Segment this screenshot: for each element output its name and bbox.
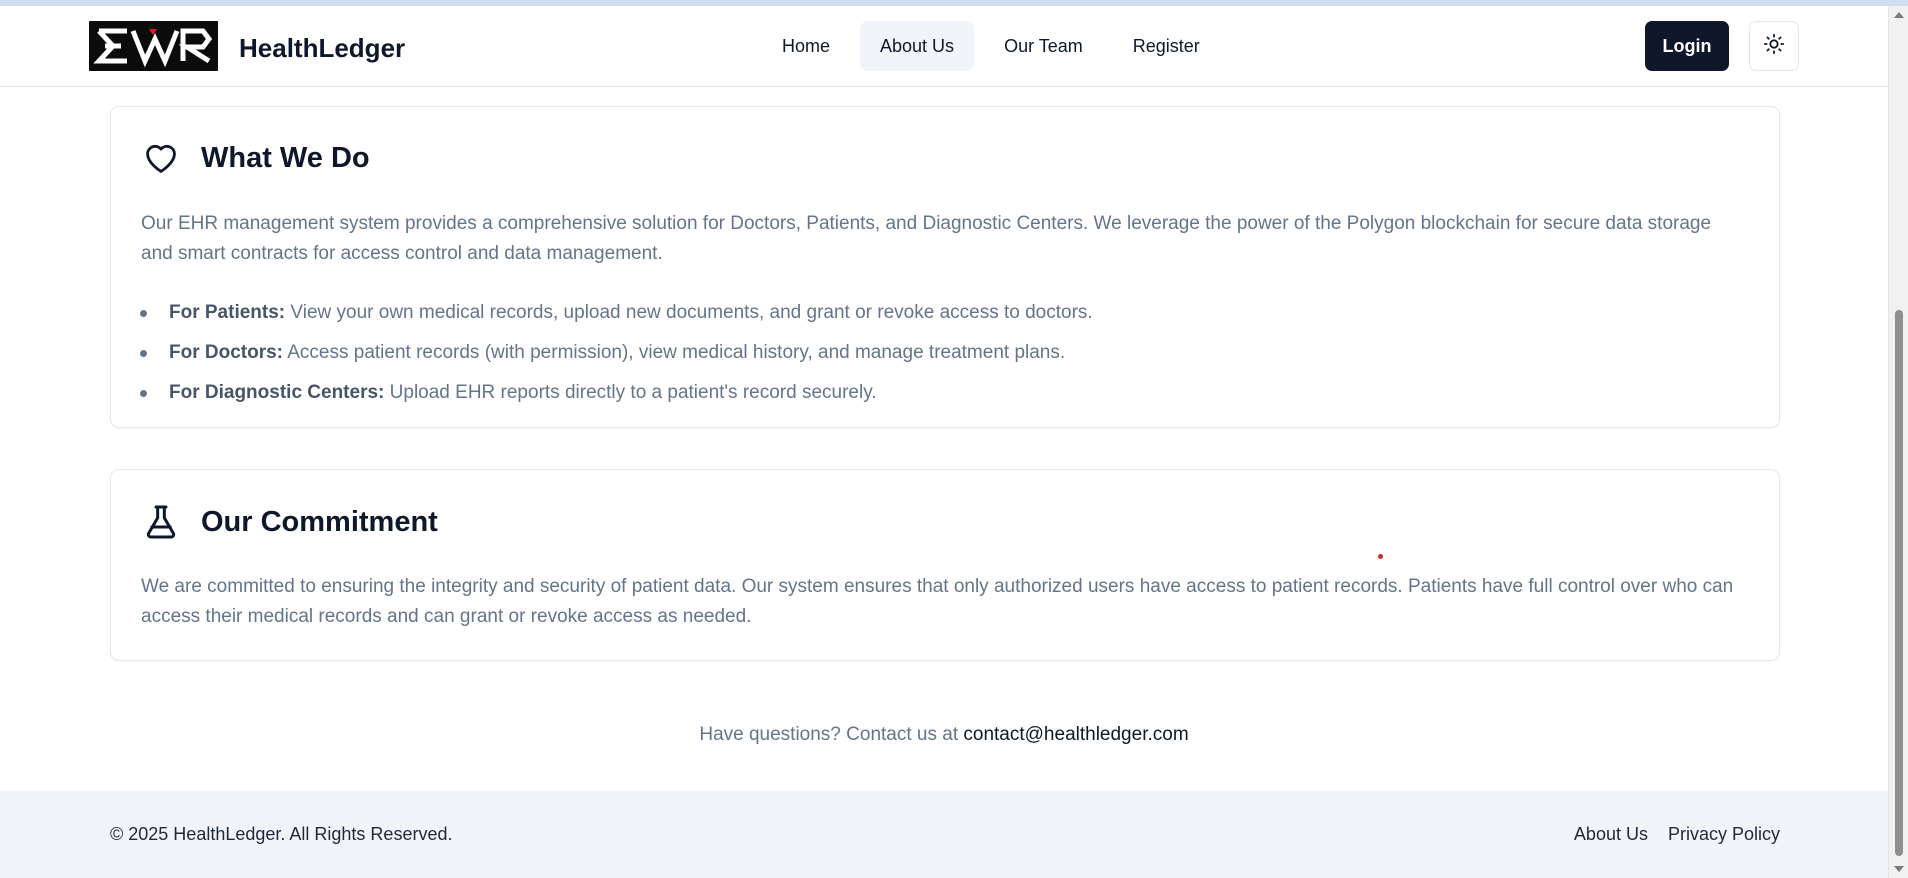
item-text: Access patient records (with permission)… — [283, 342, 1066, 363]
item-text: View your own medical records, upload ne… — [285, 302, 1093, 323]
scrollbar-thumb[interactable] — [1895, 310, 1903, 856]
vertical-scrollbar[interactable] — [1888, 6, 1908, 878]
nav-our-team[interactable]: Our Team — [984, 21, 1103, 71]
card-title: What We Do — [201, 141, 370, 174]
card-description: We are committed to ensuring the integri… — [141, 576, 1734, 627]
main-nav: Home About Us Our Team Register — [762, 21, 1220, 71]
our-commitment-card: Our Commitment We are committed to ensur… — [110, 469, 1780, 661]
scroll-up-arrow[interactable] — [1894, 12, 1904, 18]
nav-about-us[interactable]: About Us — [860, 21, 975, 71]
site-header: HealthLedger Home About Us Our Team Regi… — [0, 6, 1888, 87]
nav-home[interactable]: Home — [762, 21, 850, 71]
footer-link-privacy-policy[interactable]: Privacy Policy — [1668, 824, 1780, 845]
scroll-down-arrow[interactable] — [1894, 866, 1904, 872]
site-footer: © 2025 HealthLedger. All Rights Reserved… — [0, 791, 1888, 878]
item-label: For Doctors: — [169, 342, 283, 363]
list-item: For Doctors: Access patient records (wit… — [140, 333, 1093, 373]
contact-prefix: Have questions? Contact us at — [699, 724, 964, 745]
footer-link-about-us[interactable]: About Us — [1574, 824, 1648, 845]
theme-toggle-button[interactable] — [1749, 21, 1799, 71]
cursor-dot — [1378, 554, 1383, 559]
nav-register[interactable]: Register — [1113, 21, 1220, 71]
item-label: For Patients: — [169, 302, 286, 323]
ehr-logo[interactable] — [89, 21, 218, 71]
what-we-do-card: What We Do Our EHR management system pro… — [110, 106, 1780, 428]
brand-name[interactable]: HealthLedger — [239, 33, 405, 64]
item-label: For Diagnostic Centers: — [169, 382, 385, 403]
contact-email-link[interactable]: contact@healthledger.com — [963, 724, 1188, 745]
sun-icon — [1763, 33, 1785, 60]
card-header: Our Commitment — [141, 502, 438, 542]
copyright-text: © 2025 HealthLedger. All Rights Reserved… — [110, 824, 453, 844]
page-viewport: HealthLedger Home About Us Our Team Regi… — [0, 6, 1888, 878]
footer-links: About Us Privacy Policy — [1574, 824, 1780, 845]
list-item: For Patients: View your own medical reco… — [140, 293, 1093, 333]
feature-list: For Patients: View your own medical reco… — [140, 293, 1093, 413]
item-text: Upload EHR reports directly to a patient… — [384, 382, 877, 403]
flask-icon — [141, 502, 181, 542]
card-header: What We Do — [141, 139, 370, 177]
list-item: For Diagnostic Centers: Upload EHR repor… — [140, 373, 1093, 413]
card-title: Our Commitment — [201, 505, 438, 538]
login-button[interactable]: Login — [1645, 21, 1729, 71]
card-description: Our EHR management system provides a com… — [141, 213, 1712, 264]
heart-icon — [141, 139, 181, 177]
contact-line: Have questions? Contact us at contact@he… — [0, 724, 1888, 746]
